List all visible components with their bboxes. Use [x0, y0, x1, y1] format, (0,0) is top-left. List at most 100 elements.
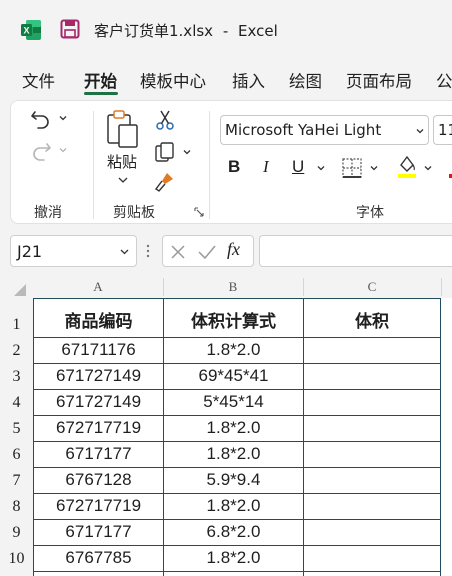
copy-icon[interactable] [153, 141, 177, 165]
gridline [303, 298, 304, 576]
underline-button[interactable]: U [292, 157, 304, 177]
insert-function-button[interactable]: fx [227, 239, 240, 260]
cell-b1[interactable]: 体积计算式 [164, 307, 303, 332]
tab-file[interactable]: 文件 [22, 68, 55, 92]
font-name-value: Microsoft YaHei Light [225, 121, 382, 139]
column-header-a[interactable]: A [33, 279, 163, 295]
cell-a9[interactable]: 6717177 [34, 522, 163, 542]
tab-template-center[interactable]: 模板中心 [140, 68, 206, 92]
cell-a6[interactable]: 6717177 [34, 444, 163, 464]
row-header-7[interactable]: 7 [0, 472, 33, 490]
clipboard-launcher-icon[interactable] [194, 207, 204, 217]
font-size-value: 11 [438, 121, 452, 139]
row-header-3[interactable]: 3 [0, 368, 33, 386]
svg-text:X: X [23, 26, 29, 36]
formula-bar-grip-icon[interactable] [145, 243, 151, 259]
cell-b6[interactable]: 1.8*2.0 [164, 444, 303, 464]
undo-icon[interactable] [29, 107, 53, 131]
font-name-select[interactable]: Microsoft YaHei Light [220, 115, 429, 145]
name-box[interactable]: J21 [10, 235, 137, 267]
gridline [33, 519, 441, 520]
cell-b7[interactable]: 5.9*9.4 [164, 470, 303, 490]
cell-a5[interactable]: 672717719 [34, 418, 163, 438]
gridline [33, 545, 441, 546]
cell-a4[interactable]: 671727149 [34, 392, 163, 412]
row-header-5[interactable]: 5 [0, 420, 33, 438]
font-size-select[interactable]: 11 [433, 115, 452, 145]
cell-a7[interactable]: 6767128 [34, 470, 163, 490]
row-header-1[interactable]: 1 [0, 316, 33, 334]
app-name: Excel [238, 22, 278, 40]
paste-icon[interactable] [105, 109, 141, 149]
worksheet-grid: A B C 1 2 3 4 5 6 7 8 9 10 商品编码 体积计算式 体积… [0, 276, 452, 576]
cell-b10[interactable]: 1.8*2.0 [164, 548, 303, 568]
group-label-font: 字体 [356, 205, 384, 221]
tab-formulas[interactable]: 公 [436, 68, 452, 92]
tab-home[interactable]: 开始 [84, 68, 117, 92]
cell-b4[interactable]: 5*45*14 [164, 392, 303, 412]
fill-color-dropdown-chevron-icon[interactable] [423, 163, 433, 173]
cell-a10[interactable]: 6767785 [34, 548, 163, 568]
gridline [33, 415, 441, 416]
row-header-10[interactable]: 10 [0, 550, 33, 568]
filename: 客户订货单1.xlsx [94, 22, 214, 40]
borders-icon[interactable] [341, 157, 363, 179]
group-divider [209, 111, 210, 219]
group-label-clipboard: 剪贴板 [113, 205, 155, 221]
row-header-6[interactable]: 6 [0, 446, 33, 464]
select-all-button[interactable] [14, 284, 26, 296]
cell-a8[interactable]: 672717719 [34, 496, 163, 516]
row-header-2[interactable]: 2 [0, 342, 33, 360]
document-title: 客户订货单1.xlsx - Excel [94, 20, 278, 41]
copy-dropdown-chevron-icon[interactable] [182, 147, 192, 157]
underline-dropdown-chevron-icon[interactable] [316, 163, 326, 173]
tab-draw[interactable]: 绘图 [289, 68, 322, 92]
column-header-b[interactable]: B [163, 279, 303, 295]
gridline [33, 298, 441, 299]
row-header-8[interactable]: 8 [0, 498, 33, 516]
cell-b5[interactable]: 1.8*2.0 [164, 418, 303, 438]
name-box-value: J21 [17, 242, 43, 261]
cell-b9[interactable]: 6.8*2.0 [164, 522, 303, 542]
italic-button[interactable]: I [263, 157, 269, 177]
cell-b2[interactable]: 1.8*2.0 [164, 340, 303, 360]
gridline [33, 441, 441, 442]
gridline [440, 298, 441, 576]
gridline [33, 467, 441, 468]
redo-icon[interactable] [29, 139, 53, 163]
column-header-divider [441, 278, 442, 296]
cell-a1[interactable]: 商品编码 [34, 307, 163, 332]
name-box-chevron-icon[interactable] [119, 247, 130, 257]
ribbon-panel: 粘贴 Microsoft YaHei Light 11 B I U [10, 100, 452, 224]
paste-label[interactable]: 粘贴 [107, 151, 137, 172]
save-icon[interactable] [60, 19, 80, 39]
active-tab-indicator [84, 92, 118, 95]
gridline [33, 571, 441, 572]
row-header-9[interactable]: 9 [0, 524, 33, 542]
fill-color-swatch [398, 174, 416, 178]
undo-dropdown-chevron-icon[interactable] [58, 113, 68, 123]
cell-c1[interactable]: 体积 [304, 307, 440, 332]
column-header-c[interactable]: C [303, 279, 441, 295]
formula-controls: fx [162, 235, 254, 267]
cut-icon[interactable] [155, 109, 175, 131]
bold-button[interactable]: B [228, 157, 240, 177]
cancel-icon[interactable] [169, 243, 187, 261]
borders-dropdown-chevron-icon[interactable] [369, 163, 379, 173]
ribbon-tabs: 文件 开始 模板中心 插入 绘图 页面布局 公 [0, 62, 452, 98]
format-painter-icon[interactable] [153, 171, 177, 193]
formula-input[interactable] [259, 235, 452, 267]
row-header-4[interactable]: 4 [0, 394, 33, 412]
cell-b3[interactable]: 69*45*41 [164, 366, 303, 386]
title-bar: X 客户订货单1.xlsx - Excel [0, 0, 452, 58]
fill-color-icon[interactable] [396, 153, 418, 179]
tab-page-layout[interactable]: 页面布局 [346, 68, 412, 92]
paste-dropdown-chevron-icon[interactable] [117, 175, 129, 185]
tab-insert[interactable]: 插入 [232, 68, 265, 92]
cell-b8[interactable]: 1.8*2.0 [164, 496, 303, 516]
enter-check-icon[interactable] [197, 243, 217, 261]
cell-a3[interactable]: 671727149 [34, 366, 163, 386]
cell-a2[interactable]: 67171176 [34, 340, 163, 360]
redo-dropdown-chevron-icon[interactable] [58, 145, 68, 155]
title-separator: - [222, 22, 229, 40]
